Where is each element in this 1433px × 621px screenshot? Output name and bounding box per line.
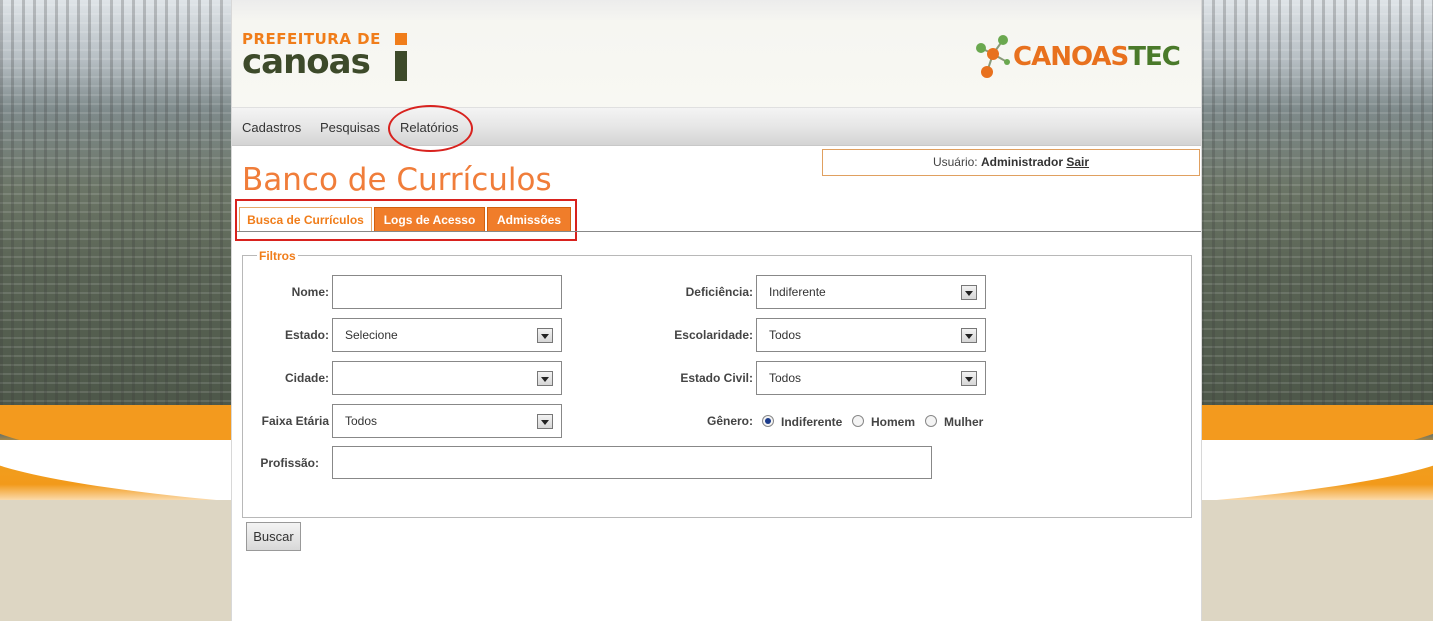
- faixa-etaria-select[interactable]: Todos: [332, 404, 562, 438]
- estado-label: Estado:: [284, 328, 329, 342]
- city-photo-left: [0, 0, 232, 420]
- cidade-label: Cidade:: [284, 371, 329, 385]
- genero-indiferente-radio[interactable]: [762, 415, 774, 427]
- filters-fieldset: Filtros Nome: Estado: Selecione Cidade: …: [242, 249, 1192, 518]
- profissao-label: Profissão:: [260, 456, 319, 470]
- estado-value: Selecione: [345, 328, 398, 342]
- chevron-down-icon: [961, 285, 977, 300]
- escolaridade-value: Todos: [769, 328, 802, 342]
- header: PREFEITURA DE canoas CANOASTEC: [232, 0, 1201, 108]
- page-title: Banco de Currículos: [242, 162, 552, 198]
- logo-square: [395, 33, 407, 45]
- user-name: Administrador: [980, 155, 1063, 169]
- menu-item-cadastros[interactable]: Cadastros: [242, 120, 301, 135]
- cidade-select[interactable]: [332, 361, 562, 395]
- chevron-down-icon: [961, 371, 977, 386]
- genero-homem-radio[interactable]: [852, 415, 864, 427]
- logo-text-line2: canoas: [242, 42, 371, 82]
- deficiencia-label: Deficiência:: [685, 285, 753, 299]
- molecule-icon: [976, 35, 1010, 78]
- city-photo-right: [1201, 0, 1433, 420]
- annotation-rectangle: [235, 199, 577, 241]
- tab-divider: [237, 231, 1201, 232]
- chevron-down-icon: [537, 414, 553, 429]
- canoastec-text: CANOASTEC: [1013, 42, 1181, 72]
- search-button[interactable]: Buscar: [246, 522, 301, 551]
- estado-civil-value: Todos: [769, 371, 802, 385]
- chevron-down-icon: [537, 328, 553, 343]
- canoastec-text-a: CANOAS: [1013, 42, 1129, 72]
- profissao-input[interactable]: [332, 446, 932, 479]
- genero-mulher-label: Mulher: [944, 415, 984, 429]
- filters-legend: Filtros: [257, 249, 298, 263]
- estado-civil-select[interactable]: Todos: [756, 361, 986, 395]
- deficiencia-value: Indiferente: [769, 285, 826, 299]
- nome-input[interactable]: [332, 275, 562, 309]
- estado-select[interactable]: Selecione: [332, 318, 562, 352]
- estado-civil-label: Estado Civil:: [680, 371, 753, 385]
- escolaridade-select[interactable]: Todos: [756, 318, 986, 352]
- prefeitura-logo[interactable]: PREFEITURA DE canoas: [242, 31, 417, 83]
- nome-label: Nome:: [291, 285, 329, 299]
- genero-mulher-radio[interactable]: [925, 415, 937, 427]
- chevron-down-icon: [537, 371, 553, 386]
- user-box: Usuário: Administrador Sair: [822, 149, 1200, 176]
- genero-indiferente-label: Indiferente: [781, 415, 843, 429]
- genero-homem-label: Homem: [871, 415, 916, 429]
- annotation-ellipse: [388, 105, 473, 152]
- page-container: PREFEITURA DE canoas CANOASTEC Cadastros…: [231, 0, 1202, 621]
- deficiencia-select[interactable]: Indiferente: [756, 275, 986, 309]
- faixa-etaria-value: Todos: [345, 414, 378, 428]
- logo-bar: [395, 51, 407, 81]
- logout-link[interactable]: Sair: [1066, 155, 1089, 169]
- chevron-down-icon: [961, 328, 977, 343]
- menu-bar: Cadastros Pesquisas Relatórios: [232, 108, 1201, 146]
- genero-label: Gênero:: [706, 414, 753, 428]
- menu-item-pesquisas[interactable]: Pesquisas: [320, 120, 380, 135]
- user-label: Usuário:: [932, 155, 978, 169]
- escolaridade-label: Escolaridade:: [674, 328, 753, 342]
- faixa-etaria-label: Faixa Etária: [261, 414, 329, 428]
- canoastec-logo[interactable]: CANOASTEC: [971, 32, 1191, 82]
- canoastec-text-b: TEC: [1128, 42, 1181, 72]
